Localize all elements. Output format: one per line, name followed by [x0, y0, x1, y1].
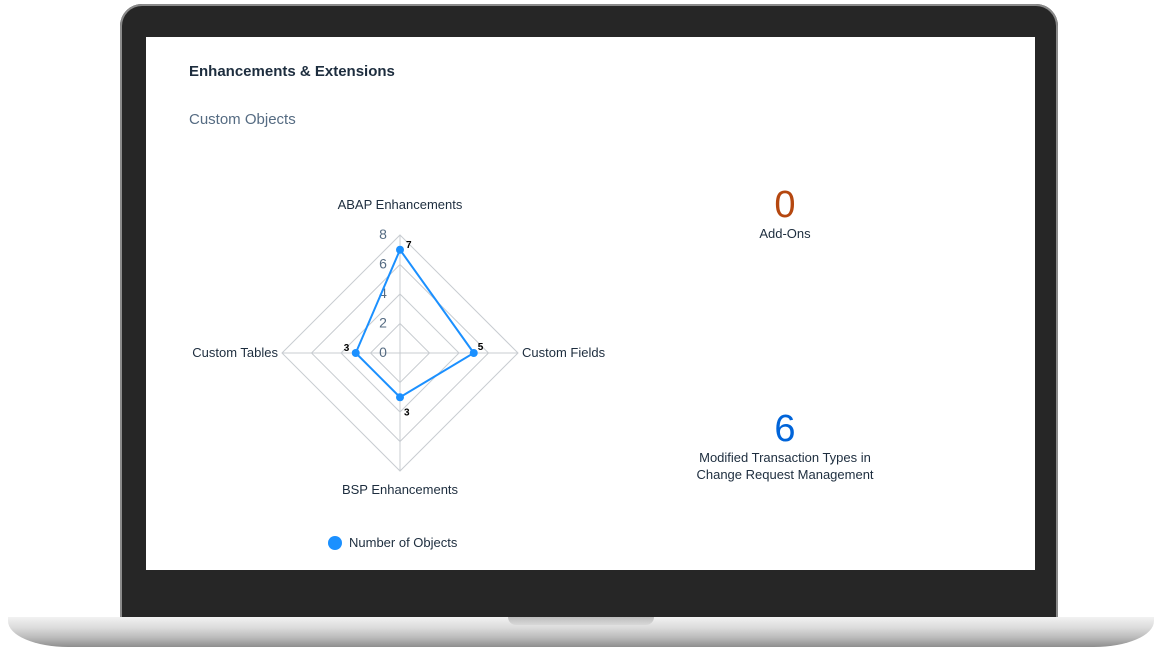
radar-axis-label: Custom Tables — [192, 345, 278, 360]
kpi-add-ons-value: 0 — [774, 184, 796, 226]
radar-data-label: 3 — [344, 343, 350, 354]
radar-series-line — [354, 247, 476, 399]
kpi-modified-transaction-types-value: 6 — [774, 408, 796, 450]
radar-axis-labels: ABAP Enhancements Custom Fields BSP Enhanc… — [192, 197, 605, 497]
radar-tick-label: 2 — [379, 315, 387, 331]
legend-marker-icon — [328, 535, 342, 550]
radar-tick-label: 8 — [379, 226, 387, 242]
dashboard-screen: Enhancements & Extensions Custom Objects… — [146, 37, 1035, 570]
radar-tick-label: 0 — [379, 344, 387, 360]
kpi-modified-transaction-types-label: Modified Transaction Types in Change Req… — [696, 450, 874, 482]
legend-label: Number of Objects — [349, 535, 458, 550]
laptop-base — [8, 617, 1154, 647]
radar-data-point — [396, 245, 404, 254]
radar-data-point — [351, 349, 360, 357]
radar-grid — [281, 234, 519, 472]
radar-data-point — [396, 393, 404, 402]
kpi-add-ons-label: Add-Ons — [759, 226, 811, 241]
radar-data-point — [469, 349, 478, 357]
radar-chart: 02468 ABAP EnhancementsCustom FieldsBSP … — [192, 197, 605, 497]
laptop-notch — [508, 617, 654, 625]
radar-axis-label: Custom Fields — [522, 345, 606, 360]
radar-data-label: 7 — [406, 240, 412, 251]
chart-legend[interactable]: Number of Objects — [328, 535, 457, 550]
radar-tick-label: 6 — [379, 256, 387, 272]
radar-axis-label: ABAP Enhancements — [338, 197, 463, 212]
kpi-modified-transaction-types[interactable]: 6 Modified Transaction Types in Change R… — [695, 409, 875, 483]
radar-data-label: 5 — [478, 342, 484, 353]
radar-axis-label: BSP Enhancements — [342, 482, 459, 497]
radar-data-label: 3 — [404, 407, 410, 418]
kpi-add-ons[interactable]: 0 Add-Ons — [685, 185, 885, 242]
